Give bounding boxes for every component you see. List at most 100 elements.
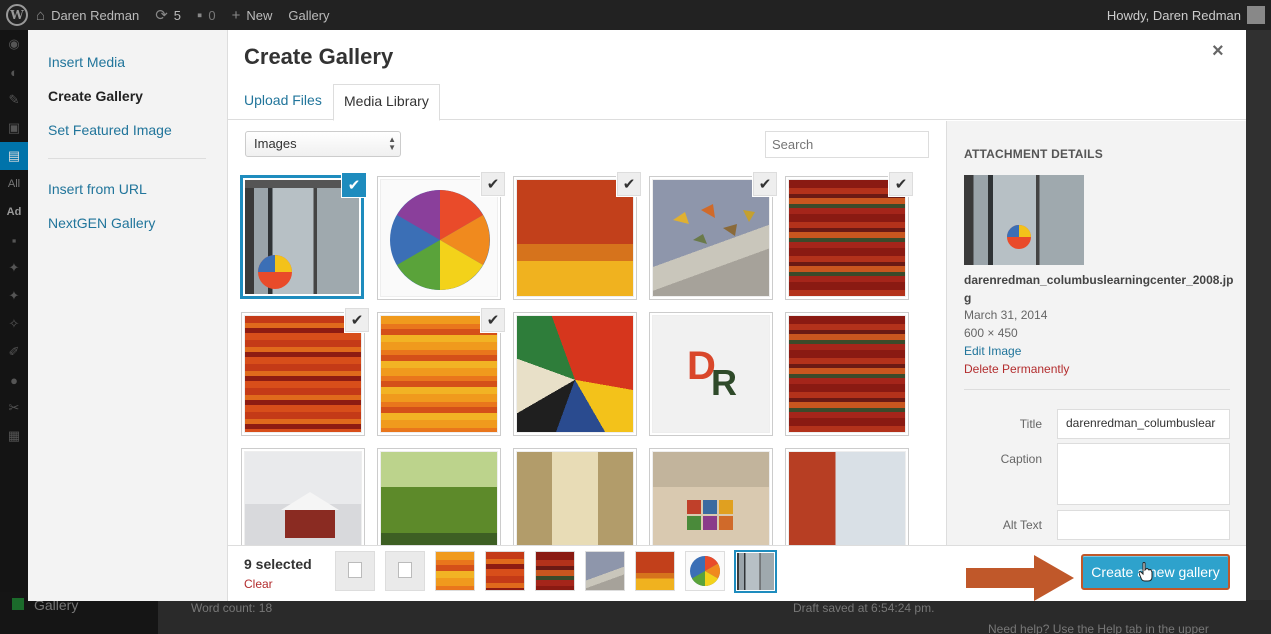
title-field[interactable]: darenredman_columbuslear: [1057, 409, 1230, 439]
attachment-hallway[interactable]: [513, 448, 637, 545]
word-count: Word count: 18: [191, 601, 273, 615]
menu-separator: [48, 158, 206, 159]
updates-link[interactable]: ⟳ 5: [147, 6, 189, 24]
thumbnail-image: [517, 180, 633, 296]
admin-bar: W ⌂ Daren Redman ⟳ 5 ▪ 0 + New Gallery Howdy…: [0, 0, 1271, 30]
caption-field[interactable]: [1057, 443, 1230, 505]
attachment-red-quilt[interactable]: ✔: [241, 308, 369, 436]
menu-insert-media[interactable]: Insert Media: [48, 54, 125, 70]
checkmark-icon[interactable]: ✔: [889, 172, 913, 196]
close-icon[interactable]: ×: [1212, 40, 1224, 63]
alt-text-label: Alt Text: [1002, 518, 1042, 532]
dr-logo-r: R: [711, 362, 737, 403]
attachments-browser: Images ▲▼ ✔: [228, 121, 946, 545]
attachment-stripe-quilt[interactable]: ✔: [785, 172, 913, 300]
attachment-details-header: ATTACHMENT DETAILS: [964, 147, 1103, 161]
title-label: Title: [1019, 417, 1042, 431]
modal-tabs: Upload Files Media Library: [228, 84, 1246, 121]
attachment-quilt-orange[interactable]: ✔: [513, 172, 641, 300]
wordpress-logo-icon[interactable]: W: [6, 4, 28, 26]
selection-thumb[interactable]: [535, 551, 575, 591]
attachment-details-sidebar: ATTACHMENT DETAILS darenredman_columbusl…: [946, 121, 1246, 545]
site-name-link[interactable]: ⌂ Daren Redman: [28, 7, 147, 24]
side-label-add: Ad: [6, 206, 22, 218]
selection-thumb[interactable]: [585, 551, 625, 591]
plus-icon: +: [231, 6, 241, 24]
thumbnail-image: [517, 316, 633, 432]
menu-nextgen-gallery[interactable]: NextGEN Gallery: [48, 215, 155, 231]
menu-set-featured-image[interactable]: Set Featured Image: [48, 122, 172, 138]
thumbnail-image: [789, 452, 905, 545]
pages-icon: ▤: [0, 142, 28, 170]
posts-icon: ✎: [8, 92, 20, 107]
create-gallery-button[interactable]: Create a new gallery: [1081, 554, 1230, 590]
attachment-lobby[interactable]: ✔: [240, 173, 366, 299]
updates-icon: ⟳: [155, 7, 168, 24]
selection-thumb[interactable]: [485, 551, 525, 591]
gallery-menu-icon: [12, 598, 24, 610]
attachment-abstract[interactable]: [513, 312, 637, 436]
thumbnail-image: [245, 180, 363, 294]
attachment-orange-quilt[interactable]: ✔: [377, 308, 505, 436]
comments-menu-icon: ▪: [11, 232, 17, 248]
selection-thumb[interactable]: [685, 551, 725, 591]
attachment-stripe-quilt-2[interactable]: [785, 312, 909, 436]
thumbnail-image: [381, 452, 497, 545]
draft-saved-status: Draft saved at 6:54:24 pm.: [793, 601, 935, 615]
detail-thumbnail: [964, 175, 1084, 265]
tab-upload-files[interactable]: Upload Files: [244, 92, 322, 108]
jetpack-icon: ◐: [10, 64, 18, 80]
clear-selection-link[interactable]: Clear: [244, 577, 273, 591]
users-icon: ●: [10, 372, 18, 388]
attachment-room[interactable]: [649, 448, 773, 545]
media-router-menu: Insert Media Create Gallery Set Featured…: [28, 30, 228, 601]
checkmark-icon[interactable]: ✔: [342, 173, 366, 197]
attachment-date: March 31, 2014: [964, 308, 1048, 322]
pin-icon: ✦: [8, 260, 20, 275]
appearance-icon: ✐: [8, 344, 20, 359]
edit-image-link[interactable]: Edit Image: [964, 344, 1021, 358]
comment-icon: ▪: [197, 6, 203, 24]
media-icon: ▣: [7, 120, 21, 135]
hand-cursor-icon: [1139, 562, 1153, 582]
checkmark-icon[interactable]: ✔: [753, 172, 777, 196]
tab-media-library[interactable]: Media Library: [333, 84, 440, 121]
account-menu[interactable]: Howdy, Daren Redman: [1107, 6, 1271, 24]
checkmark-icon[interactable]: ✔: [481, 308, 505, 332]
document-icon: [398, 562, 412, 578]
attachment-forest[interactable]: [377, 448, 501, 545]
gallery-link[interactable]: Gallery: [280, 8, 337, 23]
selection-thumb[interactable]: [435, 551, 475, 591]
attachment-dimensions: 600 × 450: [964, 326, 1018, 340]
caption-label: Caption: [1000, 452, 1042, 466]
menu-insert-from-url[interactable]: Insert from URL: [48, 181, 147, 197]
checkmark-icon[interactable]: ✔: [345, 308, 369, 332]
checkmark-icon[interactable]: ✔: [617, 172, 641, 196]
arrow-right-icon: [966, 555, 1074, 601]
attachment-red-office[interactable]: [785, 448, 909, 545]
checkmark-icon[interactable]: ✔: [481, 172, 505, 196]
thumbnail-image: D R: [653, 316, 769, 432]
editor-footer: Word count: 18 Draft saved at 6:54:24 pm…: [158, 600, 1271, 634]
selection-thumb[interactable]: [335, 551, 375, 591]
comments-link[interactable]: ▪ 0: [189, 7, 224, 24]
selection-thumb[interactable]: [385, 551, 425, 591]
delete-permanently-link[interactable]: Delete Permanently: [964, 362, 1069, 376]
attachment-dr-logo[interactable]: D R: [649, 312, 773, 436]
selection-thumb[interactable]: [635, 551, 675, 591]
new-content-link[interactable]: + New: [224, 7, 281, 24]
attachment-snow-cabin[interactable]: [241, 448, 365, 545]
search-input[interactable]: [765, 131, 929, 158]
attachment-color-wheel[interactable]: ✔: [377, 172, 505, 300]
media-type-filter[interactable]: Images ▲ ▼: [245, 131, 401, 157]
alt-text-field[interactable]: [1057, 510, 1230, 540]
thumbnail-image: [381, 316, 497, 432]
selection-thumb-current[interactable]: [734, 550, 777, 593]
pin-icon-2: ✦: [8, 288, 20, 303]
attachment-wall-art[interactable]: ✔: [649, 172, 777, 300]
thumbnail-image: [245, 452, 361, 545]
menu-create-gallery[interactable]: Create Gallery: [48, 88, 143, 104]
avatar: [1247, 6, 1265, 24]
modal-title: Create Gallery: [244, 44, 394, 69]
tools-icon: ✂: [8, 400, 20, 415]
